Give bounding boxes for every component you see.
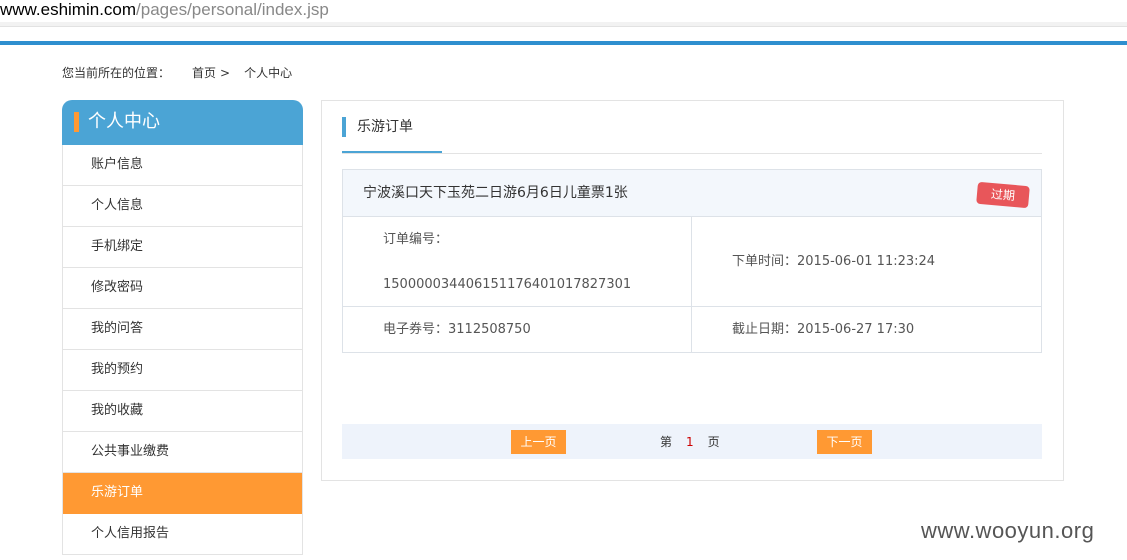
- order-header: 宁波溪口天下玉苑二日游6月6日儿童票1张 过期: [343, 170, 1041, 217]
- panel-title-divider: [342, 153, 1042, 154]
- sidebar-item-my-qa[interactable]: 我的问答: [63, 309, 302, 350]
- page-indicator: 第1页: [660, 433, 720, 451]
- address-bar[interactable]: www.eshimin.com/pages/personal/index.jsp: [0, 0, 1127, 23]
- sidebar-item-utility-payment[interactable]: 公共事业缴费: [63, 432, 302, 473]
- panel-title: 乐游订单: [357, 119, 413, 135]
- breadcrumb-home-link[interactable]: 首页: [192, 66, 216, 80]
- page-prefix: 第: [660, 435, 673, 449]
- url-path: /pages/personal/index.jsp: [136, 0, 329, 19]
- order-number-label: 订单编号：: [383, 232, 449, 247]
- url-text[interactable]: www.eshimin.com/pages/personal/index.jsp: [0, 0, 329, 20]
- status-badge: 过期: [976, 181, 1030, 209]
- pagination: 上一页 第1页 下一页: [342, 424, 1042, 459]
- page-number: 1: [686, 435, 694, 449]
- sidebar-header: 个人中心: [62, 100, 303, 145]
- order-time: 下单时间：2015-06-01 11:23:24: [732, 254, 936, 269]
- breadcrumb-separator: >: [220, 66, 231, 80]
- order-column-divider: [691, 216, 692, 352]
- panel-title-accent: [342, 117, 346, 137]
- breadcrumb-prefix: 您当前所在的位置：: [62, 66, 171, 80]
- deadline-date: 截止日期：2015-06-27 17:30: [732, 322, 915, 337]
- order-number-value: 150000034406151176401017827301: [383, 277, 632, 292]
- sidebar-item-personal-info[interactable]: 个人信息: [63, 186, 302, 227]
- header-accent-bar: [0, 41, 1127, 45]
- watermark: www.wooyun.org: [921, 518, 1095, 543]
- address-bar-divider: [0, 22, 1127, 27]
- url-host: www.eshimin.com: [0, 0, 137, 19]
- orders-panel: 乐游订单 宁波溪口天下玉苑二日游6月6日儿童票1张 过期 订单编号： 15000…: [321, 100, 1064, 481]
- sidebar-menu: 账户信息 个人信息 手机绑定 修改密码 我的问答 我的预约 我的收藏 公共事业缴…: [62, 145, 303, 555]
- sidebar-item-my-appointments[interactable]: 我的预约: [63, 350, 302, 391]
- sidebar-item-travel-orders[interactable]: 乐游订单: [63, 473, 302, 514]
- order-name[interactable]: 宁波溪口天下玉苑二日游6月6日儿童票1张: [363, 184, 628, 202]
- breadcrumb: 您当前所在的位置： 首页 > 个人中心: [62, 64, 296, 82]
- sidebar-item-my-favorites[interactable]: 我的收藏: [63, 391, 302, 432]
- sidebar-item-change-password[interactable]: 修改密码: [63, 268, 302, 309]
- order-card: 宁波溪口天下玉苑二日游6月6日儿童票1张 过期 订单编号： 1500000344…: [342, 169, 1042, 353]
- breadcrumb-current: 个人中心: [244, 66, 293, 80]
- prev-page-button[interactable]: 上一页: [511, 430, 566, 454]
- sidebar: 个人中心 账户信息 个人信息 手机绑定 修改密码 我的问答 我的预约 我的收藏 …: [62, 100, 303, 555]
- sidebar-item-account-info[interactable]: 账户信息: [63, 145, 302, 186]
- panel-title-underline: [342, 151, 442, 153]
- sidebar-item-credit-report[interactable]: 个人信用报告: [63, 514, 302, 555]
- sidebar-title: 个人中心: [88, 111, 160, 132]
- sidebar-item-phone-binding[interactable]: 手机绑定: [63, 227, 302, 268]
- sidebar-header-accent: [74, 112, 79, 132]
- order-row-divider: [343, 306, 1041, 307]
- page-suffix: 页: [707, 435, 720, 449]
- voucher-number: 电子券号：3112508750: [383, 322, 531, 337]
- next-page-button[interactable]: 下一页: [817, 430, 872, 454]
